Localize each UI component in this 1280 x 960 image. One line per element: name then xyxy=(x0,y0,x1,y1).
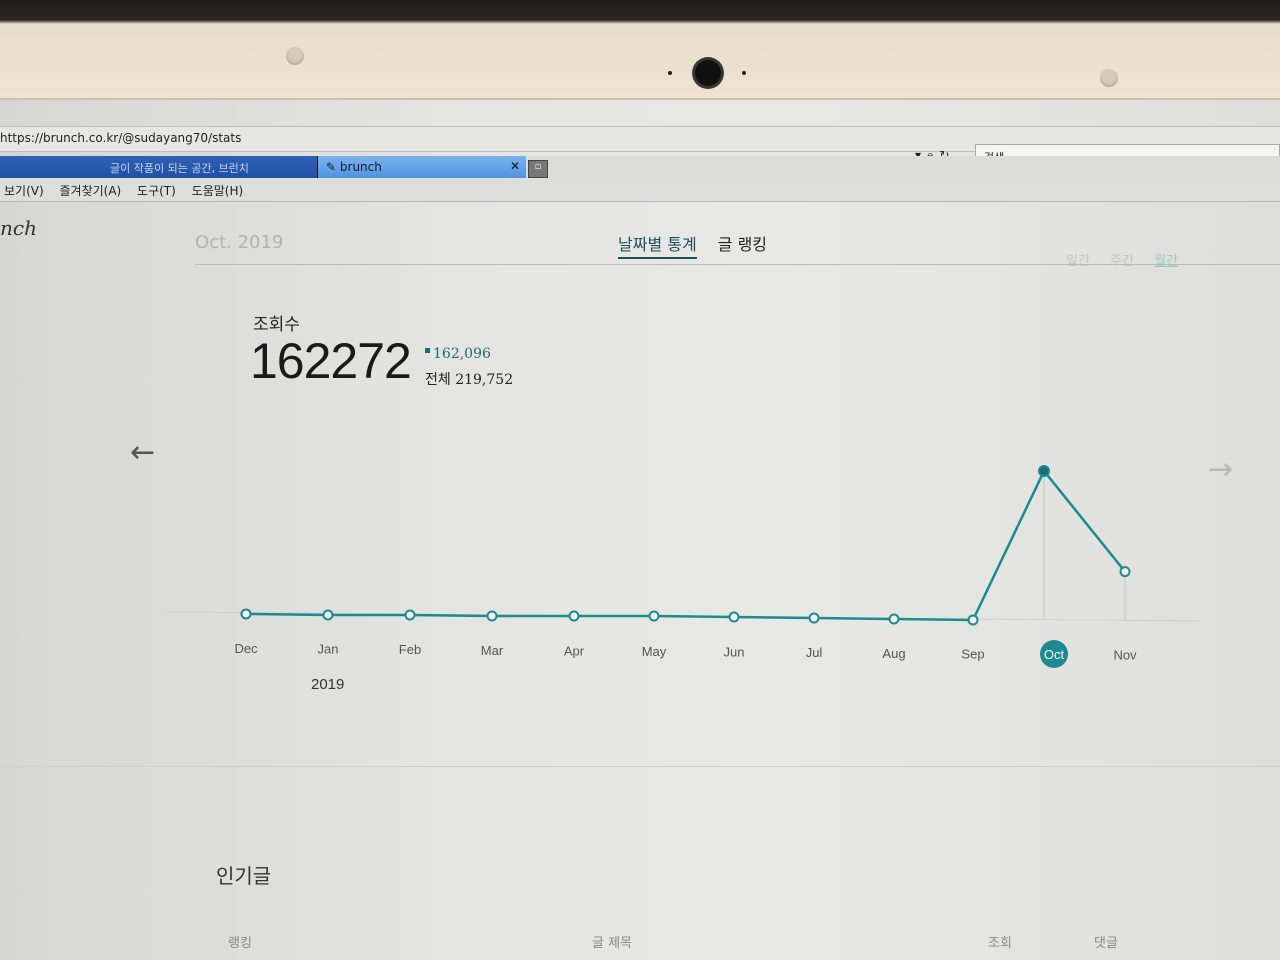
data-point-dec[interactable] xyxy=(240,608,252,620)
data-point-feb[interactable] xyxy=(404,609,416,621)
data-point-may[interactable] xyxy=(648,610,660,622)
x-tick-jul[interactable]: Jul xyxy=(806,645,823,660)
year-label: 2019 xyxy=(311,676,345,693)
data-point-oct[interactable] xyxy=(1038,465,1050,477)
webcam xyxy=(695,60,721,86)
data-point-mar[interactable] xyxy=(486,610,498,622)
x-tick-may[interactable]: May xyxy=(642,644,667,659)
column-rank: 랭킹 xyxy=(228,936,252,951)
section-divider xyxy=(0,766,1280,767)
column-comments: 댓글 xyxy=(1094,936,1118,951)
data-point-sep[interactable] xyxy=(967,614,979,626)
x-tick-oct[interactable]: Oct xyxy=(1044,647,1065,662)
laptop-bezel xyxy=(0,0,1280,100)
x-tick-jun[interactable]: Jun xyxy=(724,645,745,660)
data-point-jun[interactable] xyxy=(728,611,740,623)
x-tick-dec[interactable]: Dec xyxy=(234,641,258,656)
camera-led xyxy=(668,71,672,75)
x-tick-feb[interactable]: Feb xyxy=(399,642,421,657)
bezel-bumper xyxy=(1100,69,1118,87)
data-point-apr[interactable] xyxy=(568,610,580,622)
column-title: 글 제목 xyxy=(592,936,633,951)
x-tick-nov[interactable]: Nov xyxy=(1113,648,1137,663)
x-tick-mar[interactable]: Mar xyxy=(481,643,504,658)
x-tick-sep[interactable]: Sep xyxy=(961,646,984,661)
data-point-nov[interactable] xyxy=(1119,566,1131,578)
x-tick-aug[interactable]: Aug xyxy=(882,646,905,661)
camera-led xyxy=(742,71,746,75)
x-tick-jan[interactable]: Jan xyxy=(318,642,339,657)
data-point-aug[interactable] xyxy=(888,613,900,625)
data-point-jan[interactable] xyxy=(322,609,334,621)
data-point-jul[interactable] xyxy=(808,612,820,624)
bezel-bumper xyxy=(286,47,304,65)
series-line xyxy=(245,468,1126,622)
x-tick-apr[interactable]: Apr xyxy=(564,643,585,658)
column-views: 조회 xyxy=(988,936,1012,951)
screen: https://brunch.co.kr/@sudayang70/stats ▾… xyxy=(0,100,1280,960)
views-line-chart: Dec Jan Feb Mar Apr May Jun Jul Aug Sep Oct Nov xyxy=(164,465,1201,668)
popular-posts-title: 인기글 xyxy=(216,864,272,888)
